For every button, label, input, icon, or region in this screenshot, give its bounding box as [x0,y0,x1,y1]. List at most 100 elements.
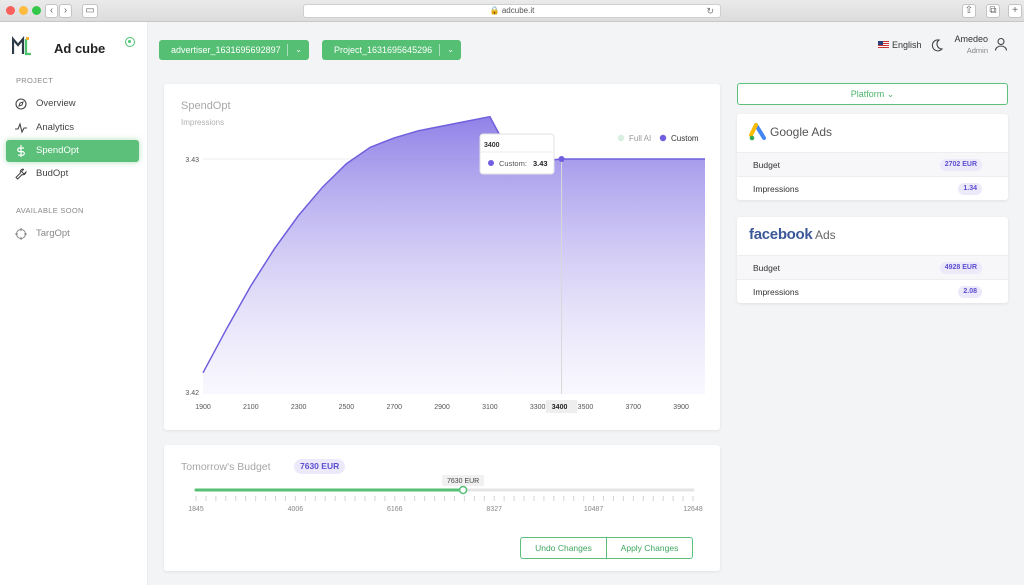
sidebar-toggle-icon[interactable]: ▭ [82,4,98,18]
google-budget-row: Budget 2702 EUR [737,152,1008,176]
google-ads-card: Google Ads Budget 2702 EUR Impressions 1… [737,114,1008,200]
app-logo-icon [12,36,31,56]
chevron-down-icon: ⌄ [886,89,895,99]
chevron-down-icon: ⌄ [447,45,454,54]
slider-tick-label: 8327 [486,506,502,513]
sidebar-item-analytics[interactable]: Analytics [6,117,139,139]
sidebar-item-targopt[interactable]: TargOpt [6,223,139,245]
tooltip-title: 3400 [484,142,500,149]
slider-tick-label: 6166 [387,506,403,513]
section-label-available-soon: AVAILABLE SOON [16,206,84,215]
user-role: Admin [966,46,988,55]
advertiser-select[interactable]: advertiser_1631695692897 ⌄ [159,40,309,60]
google-ads-logo-icon [749,123,766,141]
y-tick-label: 3.43 [185,157,199,164]
slider-value-label: 7630 EUR [447,478,479,485]
x-tick-label: 2700 [386,404,402,411]
x-tick-label: 2500 [339,404,355,411]
x-tick-label: 3500 [578,404,594,411]
zoom-window-button[interactable] [32,6,41,15]
x-tick-label: 1900 [195,404,211,411]
row-label: Impressions [753,184,799,194]
crosshair-x-label: 3400 [552,404,568,411]
close-window-button[interactable] [6,6,15,15]
x-tick-label: 2300 [291,404,307,411]
tooltip-box [479,133,555,175]
compass-icon [15,98,27,110]
slider-tick-label: 12648 [683,506,703,513]
legend-marker-custom [659,134,667,142]
facebook-budget-value: 4928 EUR [939,262,982,274]
x-tick-label: 3100 [482,404,498,411]
user-icon[interactable] [994,37,1008,51]
budget-title: Tomorrow's Budget [181,461,271,473]
row-label: Budget [753,263,780,273]
facebook-budget-row: Budget 4928 EUR [737,255,1008,279]
google-budget-value: 2702 EUR [939,159,982,171]
forward-icon[interactable]: › [59,4,72,18]
google-impressions-value: 1.34 [958,183,982,195]
dark-mode-moon-icon[interactable] [930,38,944,52]
x-tick-label: 2100 [243,404,259,411]
facebook-ads-logo-icon: facebook [749,226,813,243]
sidebar-item-label: TargOpt [36,228,70,239]
slider-handle[interactable] [458,485,468,495]
x-tick-label: 3300 [530,404,546,411]
platform-select[interactable]: Platform ⌄ [737,83,1008,105]
browser-toolbar: ‹ › ▭ 🔒 adcube.it ↻ ⇧ ⧉ + [0,0,1024,22]
reload-icon[interactable]: ↻ [706,5,714,17]
undo-changes-button[interactable]: Undo Changes [520,537,607,559]
project-select[interactable]: Project_1631695645296 ⌄ [322,40,461,60]
address-bar[interactable]: 🔒 adcube.it ↻ [303,4,721,18]
platform-select-label: Platform [850,89,885,99]
spendopt-chart[interactable]: 3.43 3.42 1900 2100 2300 2500 2700 2900 3100 3300… [164,84,720,430]
tooltip-marker [488,160,494,166]
facebook-impressions-row: Impressions 2.08 [737,279,1008,303]
google-impressions-row: Impressions 1.34 [737,176,1008,200]
row-label: Impressions [753,287,799,297]
target-icon[interactable] [125,37,135,47]
lock-icon: 🔒 [489,6,500,15]
sidebar-item-budopt[interactable]: BudOpt [6,163,139,185]
user-name: Amedeo [954,34,988,44]
crosshair-icon [15,228,27,240]
divider [439,44,440,56]
sidebar-item-spendopt[interactable]: SpendOpt [6,140,139,162]
row-label: Budget [753,160,780,170]
section-label-project: PROJECT [16,76,54,85]
app-root: Ad cube PROJECT Overview Analytics Spend… [0,22,1024,585]
legend-label-custom: Custom [671,134,699,143]
x-tick-label: 3900 [673,404,689,411]
tooltip-value: 3.43 [533,159,548,168]
project-select-value: Project_1631695645296 [334,45,433,55]
language-selector[interactable]: English [878,39,922,51]
google-ads-brand: Google Ads [770,125,833,139]
sidebar-item-label: BudOpt [36,168,69,179]
back-icon[interactable]: ‹ [45,4,58,18]
url-text: adcube.it [501,6,535,15]
tooltip-label: Custom: [499,159,527,168]
share-icon[interactable]: ⇧ [962,4,976,18]
y-tick-label: 3.42 [185,390,199,397]
minimize-window-button[interactable] [19,6,28,15]
new-tab-icon[interactable]: + [1008,4,1022,18]
sidebar-item-label: SpendOpt [36,145,79,156]
budget-slider[interactable]: 7630 EUR 1845 4006 6166 8327 10487 12648 [164,475,720,545]
google-ads-header: Google Ads [737,114,1008,152]
chevron-down-icon: ⌄ [295,45,302,54]
sidebar: Ad cube PROJECT Overview Analytics Spend… [0,22,148,585]
tabs-icon[interactable]: ⧉ [986,4,1000,18]
x-tick-label: 2900 [434,404,450,411]
slider-tick-label: 4006 [288,506,304,513]
facebook-ads-header: facebook Ads [737,217,1008,255]
budget-value-badge: 7630 EUR [294,459,346,474]
spendopt-chart-card: SpendOpt Impressions 3.43 3.42 1900 2100 230… [164,84,720,430]
sidebar-item-overview[interactable]: Overview [6,93,139,115]
tomorrow-budget-card: Tomorrow's Budget 7630 EUR 7630 EUR 1845 4… [164,445,720,571]
facebook-ads-card: facebook Ads Budget 4928 EUR Impressions… [737,217,1008,303]
apply-changes-button[interactable]: Apply Changes [606,537,693,559]
sidebar-item-label: Overview [36,98,76,109]
us-flag-icon [878,41,889,48]
legend-marker-full-ai [617,134,625,142]
slider-tick-label: 1845 [188,506,204,513]
